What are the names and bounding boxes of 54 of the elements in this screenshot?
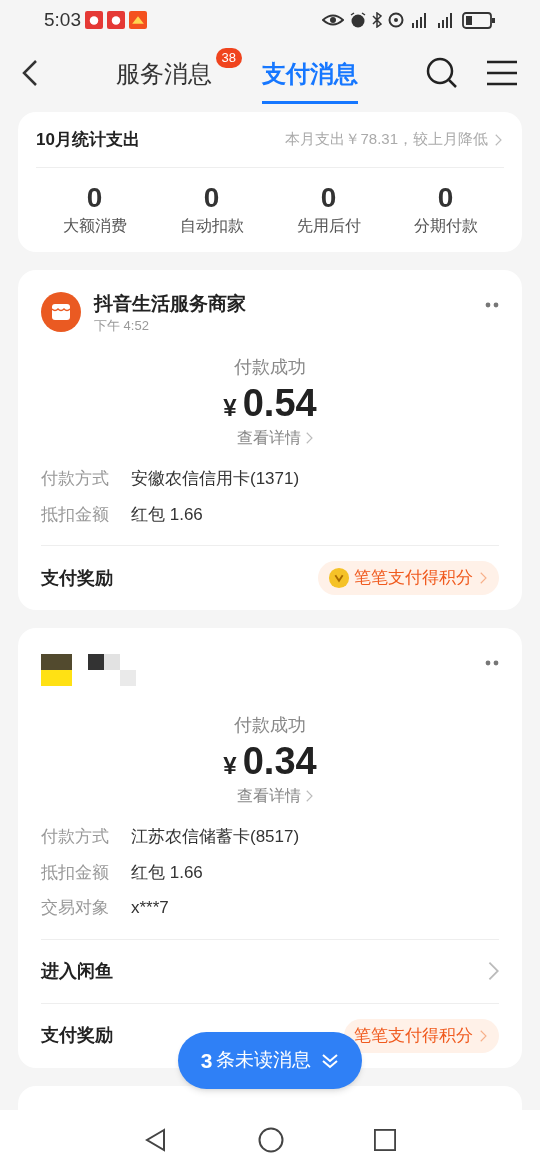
payment-status: 付款成功 [234, 356, 306, 379]
app-notification-icon [85, 11, 103, 29]
detail-value: 红包 1.66 [131, 861, 203, 884]
back-nav-icon[interactable] [144, 1128, 168, 1152]
detail-value: 江苏农信储蓄卡(8517) [131, 826, 300, 848]
back-icon[interactable] [22, 59, 38, 87]
app-notification-icon [107, 11, 125, 29]
summary-title: 10月统计支出 [36, 128, 140, 151]
message-time: 下午 4:52 [94, 317, 150, 335]
points-badge[interactable]: 笔笔支付得积分 [344, 1018, 499, 1053]
bluetooth-icon [372, 12, 382, 28]
payment-status: 付款成功 [234, 714, 306, 737]
double-chevron-down-icon [321, 1052, 340, 1069]
search-icon[interactable] [426, 57, 458, 89]
hotspot-icon [388, 12, 404, 28]
alarm-icon [350, 12, 366, 28]
detail-label: 抵扣金额 [41, 861, 110, 884]
monthly-spend-link[interactable]: 本月支出￥78.31，较上月降低 [285, 128, 504, 151]
currency-symbol: ¥ [223, 393, 237, 423]
app-notification-icon [129, 11, 147, 29]
reward-label: 支付奖励 [41, 566, 113, 590]
detail-value: 红包 1.66 [131, 503, 203, 526]
details-link[interactable]: 查看详情 [237, 426, 315, 450]
unread-count-badge: 38 [215, 48, 242, 68]
detail-value: 安徽农信信用卡(1371) [131, 468, 300, 490]
eye-icon [322, 13, 344, 27]
detail-value: x***7 [131, 897, 169, 919]
detail-label: 付款方式 [41, 826, 110, 848]
detail-label: 交易对象 [41, 897, 110, 919]
menu-icon[interactable] [486, 60, 518, 86]
coin-icon [328, 567, 350, 589]
stat-item[interactable]: 0 大额消费 [36, 182, 153, 238]
home-nav-icon[interactable] [258, 1127, 284, 1153]
status-time: 5:03 [44, 7, 81, 32]
chevron-right-icon [487, 961, 499, 981]
more-icon[interactable] [485, 302, 499, 308]
app-link-row[interactable]: 进入闲鱼 [41, 939, 499, 1004]
payment-amount: 0.34 [242, 739, 317, 783]
merchant-name: 抖音生活服务商家 [94, 292, 247, 316]
shop-avatar-icon [41, 292, 81, 332]
points-badge[interactable]: 笔笔支付得积分 [318, 561, 499, 595]
reward-label: 支付奖励 [41, 1024, 113, 1047]
detail-label: 抵扣金额 [41, 503, 110, 526]
recents-nav-icon[interactable] [374, 1129, 396, 1151]
battery-icon [462, 11, 496, 29]
payment-amount: 0.54 [242, 381, 317, 425]
stat-item[interactable]: 0 自动扣款 [153, 182, 270, 238]
tab[interactable]: 支付消息 [262, 42, 358, 104]
more-icon[interactable] [485, 660, 499, 666]
details-link[interactable]: 查看详情 [237, 784, 315, 808]
stat-item[interactable]: 0 先用后付 [270, 182, 387, 238]
detail-label: 付款方式 [41, 468, 110, 490]
stat-item[interactable]: 0 分期付款 [387, 182, 504, 238]
currency-symbol: ¥ [223, 751, 237, 781]
